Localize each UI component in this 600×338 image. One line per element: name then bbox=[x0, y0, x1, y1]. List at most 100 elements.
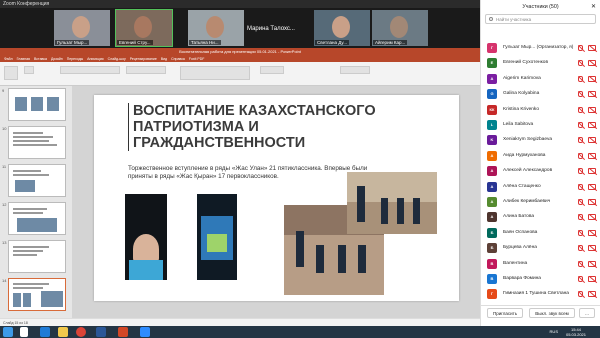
clock[interactable]: 15:44 05.03.2021 bbox=[566, 327, 586, 337]
mic-muted-icon[interactable] bbox=[578, 183, 583, 190]
ppt-statusbar: Слайд 15 из 18 bbox=[0, 318, 480, 326]
slide-thumb[interactable] bbox=[8, 88, 66, 121]
camera-off-icon bbox=[588, 214, 596, 221]
slide-body[interactable]: Торжественное вступление в ряды «Жас Ула… bbox=[128, 165, 378, 181]
invite-button[interactable]: Пригласить bbox=[487, 308, 523, 318]
powerpoint-window: Воспитательная работа для презентации 05… bbox=[0, 48, 480, 326]
slide-number: 11 bbox=[2, 164, 7, 169]
participant-avatar: А bbox=[487, 181, 497, 192]
participant-row[interactable]: А Алибек Керимбаевич bbox=[485, 196, 599, 208]
photo-classroom-2 bbox=[347, 172, 437, 234]
video-tile[interactable]: Евгений Стру... bbox=[115, 9, 173, 47]
participant-row[interactable]: В Варвара Фомина bbox=[485, 273, 599, 285]
participant-row[interactable]: Б Баян Оспанова bbox=[485, 227, 599, 239]
paste-button[interactable] bbox=[4, 66, 18, 80]
chrome-icon[interactable] bbox=[76, 327, 86, 337]
mic-muted-icon[interactable] bbox=[578, 45, 583, 51]
input-language[interactable]: RUS bbox=[550, 329, 558, 334]
video-tile-name: Марина Талохс... bbox=[247, 26, 295, 32]
participant-row[interactable]: K Xeniakrym Segizbaeva bbox=[485, 134, 599, 146]
mute-all-button[interactable]: Выкл. звук всем bbox=[529, 308, 575, 318]
video-tile[interactable]: Марина Талохс... bbox=[244, 10, 304, 46]
mic-muted-icon[interactable] bbox=[578, 60, 583, 67]
explorer-icon[interactable] bbox=[58, 327, 68, 337]
participant-name: Galina Kolyabina bbox=[503, 91, 540, 97]
participant-name: Алексей Александров bbox=[503, 168, 553, 174]
camera-off-icon bbox=[588, 152, 596, 159]
mic-muted-icon[interactable] bbox=[578, 168, 583, 175]
slide-thumb[interactable] bbox=[8, 202, 66, 235]
font-box[interactable] bbox=[60, 66, 120, 74]
camera-off-icon bbox=[588, 106, 596, 113]
new-slide-button[interactable] bbox=[24, 66, 34, 74]
slide-title[interactable]: Воспитание казахстанского патриотизма и … bbox=[128, 103, 388, 151]
participant-row[interactable]: В Валентина bbox=[485, 258, 599, 270]
participant-row[interactable]: А Aigerim Karimova bbox=[485, 73, 599, 85]
mic-muted-icon[interactable] bbox=[578, 122, 583, 128]
participant-row[interactable]: Г Гульзат Мыр... (Организатор, я) bbox=[485, 42, 599, 54]
photo-ceremony bbox=[197, 194, 237, 280]
slide-canvas[interactable]: Воспитание казахстанского патриотизма и … bbox=[94, 95, 459, 301]
zoom-icon[interactable] bbox=[140, 327, 150, 337]
windows-taskbar: RUS 15:44 05.03.2021 bbox=[0, 326, 600, 338]
search-input[interactable]: Найти участника bbox=[485, 14, 596, 24]
word-icon[interactable] bbox=[96, 327, 106, 337]
mic-muted-icon[interactable] bbox=[578, 214, 583, 221]
find-button[interactable] bbox=[340, 66, 370, 74]
video-tile[interactable]: Гульзат Мыр... bbox=[54, 10, 110, 46]
participant-avatar: K bbox=[487, 135, 497, 146]
slide-number: 14 bbox=[2, 278, 7, 283]
paragraph-box[interactable] bbox=[126, 66, 166, 74]
slide-thumb[interactable] bbox=[8, 164, 66, 197]
participant-row[interactable]: Г Гимназия 1 Тушина Светлана bbox=[485, 288, 599, 300]
video-tile-name: Гульзат Мыр... bbox=[55, 40, 90, 45]
video-strip: Гульзат Мыр... Евгений Стру... Татьяна Н… bbox=[0, 8, 480, 48]
close-icon[interactable]: ✕ bbox=[591, 0, 596, 14]
participant-name: Алина Батова bbox=[503, 214, 535, 220]
invite-label: Пригласить bbox=[492, 311, 518, 316]
powerpoint-icon[interactable] bbox=[118, 327, 128, 337]
mic-muted-icon[interactable] bbox=[578, 137, 583, 144]
more-button[interactable]: ... bbox=[579, 308, 595, 318]
camera-off-icon bbox=[588, 291, 596, 298]
participant-row[interactable]: Е Евгений Сухотенков bbox=[485, 57, 599, 69]
participant-row[interactable]: КК Kristina Krivenko bbox=[485, 104, 599, 116]
mic-muted-icon[interactable] bbox=[578, 152, 583, 159]
participant-avatar: В bbox=[487, 258, 497, 269]
mic-muted-icon[interactable] bbox=[578, 91, 583, 98]
clock-date: 05.03.2021 bbox=[565, 332, 586, 337]
participant-row[interactable]: А Алина Батова bbox=[485, 211, 599, 223]
search-taskbar-icon[interactable] bbox=[20, 327, 28, 337]
video-tile[interactable]: Светлана Ду... bbox=[314, 10, 370, 46]
mic-muted-icon[interactable] bbox=[578, 260, 583, 267]
camera-off-icon bbox=[588, 75, 596, 82]
slide-number: 10 bbox=[2, 126, 7, 131]
slide-thumb[interactable] bbox=[8, 240, 66, 273]
participant-row[interactable]: G Galina Kolyabina bbox=[485, 88, 599, 100]
mic-muted-icon[interactable] bbox=[578, 106, 583, 113]
start-button[interactable] bbox=[3, 327, 13, 337]
participant-row[interactable]: А Алёна Стащенко bbox=[485, 181, 599, 193]
mic-muted-icon[interactable] bbox=[578, 199, 583, 205]
participant-row[interactable]: Б Бурцева Алёна bbox=[485, 242, 599, 254]
arrange-button[interactable] bbox=[260, 66, 284, 74]
video-tile[interactable]: Татьяна Ни... bbox=[188, 10, 244, 46]
slide-thumb[interactable] bbox=[8, 126, 66, 159]
participant-row[interactable]: L Leila Sabitova bbox=[485, 119, 599, 131]
shapes-gallery[interactable] bbox=[180, 66, 250, 80]
mic-muted-icon[interactable] bbox=[578, 276, 583, 282]
participant-row[interactable]: А Аида Нурмуханова bbox=[485, 150, 599, 162]
mic-muted-icon[interactable] bbox=[578, 75, 583, 82]
participant-row[interactable]: А Алексей Александров bbox=[485, 165, 599, 177]
mic-muted-icon[interactable] bbox=[578, 291, 583, 298]
slide-counter: Слайд 15 из 18 bbox=[3, 321, 28, 325]
participant-avatar: L bbox=[487, 120, 497, 130]
slide-workarea: Воспитание казахстанского патриотизма и … bbox=[72, 86, 480, 318]
participant-avatar: А bbox=[487, 166, 497, 177]
mic-muted-icon[interactable] bbox=[578, 245, 583, 252]
video-tile[interactable]: Айгерим Кар... bbox=[372, 10, 428, 46]
slide-thumb-selected[interactable] bbox=[8, 278, 66, 311]
ie-icon[interactable] bbox=[40, 327, 50, 337]
slide-number: 12 bbox=[2, 202, 7, 207]
mic-muted-icon[interactable] bbox=[578, 229, 583, 236]
